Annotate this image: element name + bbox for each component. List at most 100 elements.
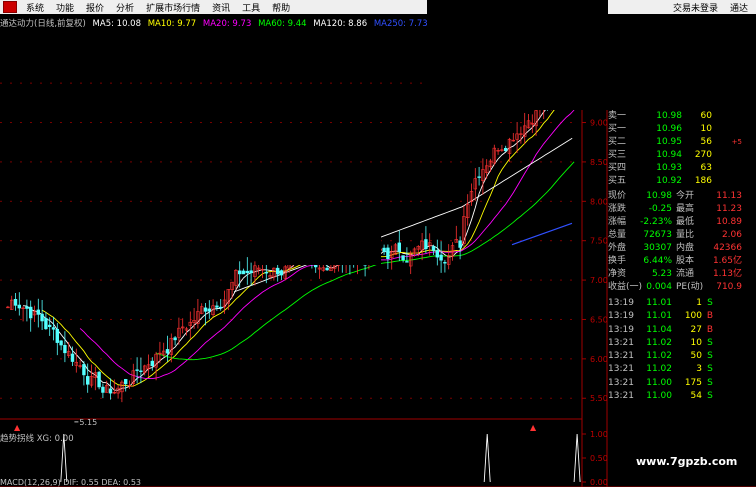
candle-body	[86, 376, 90, 385]
candle-body	[401, 255, 405, 261]
candle-body	[82, 364, 86, 376]
tick-row: 13:21 11.00 54 S	[608, 391, 713, 402]
buy-label: 买四	[608, 163, 627, 173]
buy-price: 10.96	[656, 124, 682, 134]
watermark: www.7gpzb.com	[636, 455, 738, 468]
buy-row-4: 买四 10.93 63	[608, 162, 756, 175]
candle-body	[40, 313, 44, 322]
buy-volume: 10	[700, 124, 712, 134]
buy-change: +5	[731, 138, 742, 146]
trade-login-status[interactable]: 交易未登录	[667, 1, 724, 14]
stock-title: 通达动力(日线,前复权)	[0, 19, 86, 29]
buy-volume: 270	[694, 150, 712, 160]
candle-body	[241, 270, 246, 275]
menu-help[interactable]: 帮助	[266, 1, 296, 14]
buy-change	[712, 162, 742, 175]
ma250-value: MA250: 7.73	[373, 19, 428, 29]
menu-function[interactable]: 功能	[50, 1, 80, 14]
candle-body	[97, 371, 101, 388]
candle-body	[47, 324, 52, 327]
low-label: 5.15	[79, 418, 97, 427]
tick-row: 13:21 11.02 10 S	[608, 337, 713, 348]
price-tick-label: 7.50	[590, 237, 608, 246]
stat-row: 外盘 30307 内盘 42366	[608, 243, 742, 253]
candle-body	[36, 309, 41, 315]
buy-label: 买一	[608, 124, 627, 134]
indicator-tick-label: 1.00	[590, 430, 608, 439]
macd-label: MACD(12,26,9) DIF: 0.55 DEA: 0.53	[0, 478, 141, 487]
buy-volume: 63	[700, 163, 712, 173]
candle-body	[207, 308, 211, 312]
tick-row: 13:19 11.01 100 B	[608, 311, 714, 322]
app-logo-icon	[3, 1, 17, 13]
buy-volume: 186	[694, 176, 712, 186]
stat-row: 收益(一) 0.004 PE(动) 710.9	[608, 282, 742, 292]
candle-body	[17, 304, 21, 309]
candle-body	[431, 246, 436, 251]
indicator-tick-label: 0.00	[590, 478, 608, 487]
candle-body	[275, 267, 280, 275]
menu-system[interactable]: 系统	[20, 1, 50, 14]
menu-quote[interactable]: 报价	[80, 1, 110, 14]
candle-body	[477, 176, 481, 178]
menu-tongda[interactable]: 通达	[724, 1, 754, 14]
buy-price: 10.93	[656, 163, 682, 173]
redraw-artifact	[256, 225, 381, 265]
buy-price: 10.94	[656, 150, 682, 160]
stat-row: 净资 5.23 流通 1.13亿	[608, 269, 742, 279]
marker-icon: ▲	[14, 423, 21, 432]
candle-body	[245, 270, 249, 274]
menu-analysis[interactable]: 分析	[110, 1, 140, 14]
candle-body	[13, 298, 18, 306]
menu-extended-market[interactable]: 扩展市场行情	[140, 1, 206, 14]
buy-row-2: 买二 10.95 56 +5	[608, 136, 756, 149]
tick-row: 13:21 11.02 50 S	[608, 351, 713, 362]
candle-body	[264, 271, 268, 274]
price-tick-label: 5.50	[590, 394, 608, 403]
buy-row-5: 买五 10.92 186	[608, 175, 756, 188]
quote-panel: 卖一 10.98 60 买一 10.96 10 买二 10.95 56 +5 买三 10.94 2…	[608, 110, 756, 403]
buy-label: 买二	[608, 137, 627, 147]
signal-spike	[573, 433, 581, 483]
price-tick-label: 8.50	[590, 158, 608, 167]
buy-row-1: 买一 10.96 10	[608, 123, 756, 136]
buy-change	[712, 123, 742, 136]
candle-body	[59, 340, 63, 346]
candle-body	[215, 305, 219, 308]
stat-row: 总量 72673 量比 2.06	[608, 230, 742, 240]
candle-body	[439, 254, 443, 261]
menu-bar: 系统 功能 报价 分析 扩展市场行情 资讯 工具 帮助 交易未登录 通达	[0, 0, 756, 14]
candle-body	[124, 379, 128, 385]
stat-row: 现价 10.98 今开 11.13	[608, 191, 742, 201]
ma250-line	[511, 222, 573, 246]
candle-body	[55, 328, 60, 343]
buy-row-3: 买三 10.94 270	[608, 149, 756, 162]
candle-body	[25, 306, 29, 309]
buy-label: 买五	[608, 176, 627, 186]
candle-body	[51, 327, 56, 330]
candle-body	[405, 261, 409, 263]
candle-body	[238, 270, 242, 275]
menu-info[interactable]: 资讯	[206, 1, 236, 14]
tick-row: 13:19 11.04 27 B	[608, 324, 714, 335]
candle-body	[325, 267, 329, 271]
stat-row: 涨跌 -0.25 最高 11.23	[608, 204, 742, 214]
tick-row: 13:19 11.01 1 S	[608, 298, 713, 308]
ma10-value: MA10: 9.77	[147, 19, 197, 29]
buy-price: 10.92	[656, 176, 682, 186]
candle-body	[279, 270, 284, 276]
menu-tools[interactable]: 工具	[236, 1, 266, 14]
price-tick-label: 6.00	[590, 355, 608, 364]
candle-body	[44, 318, 48, 330]
candle-body	[386, 247, 390, 260]
candle-body	[70, 353, 75, 362]
marker-icon: ▲	[530, 423, 537, 432]
buy-change	[712, 149, 742, 162]
candle-body	[249, 270, 253, 274]
candle-body	[150, 360, 154, 367]
candle-body	[101, 386, 105, 393]
candle-body	[135, 369, 139, 371]
candle-body	[382, 247, 386, 252]
candle-body	[203, 307, 208, 312]
price-axis: 9.509.008.508.007.507.006.506.005.50	[582, 79, 608, 403]
